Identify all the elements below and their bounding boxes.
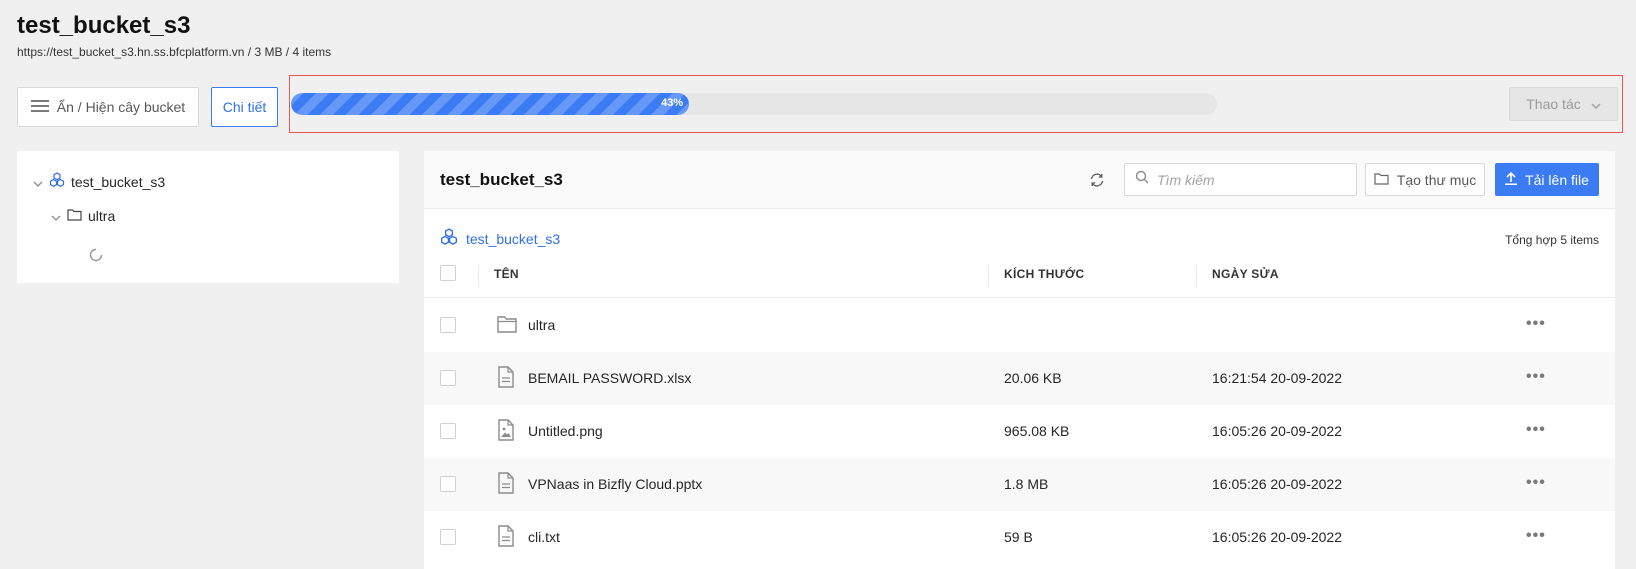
breadcrumb-item[interactable]: test_bucket_s3 [466, 231, 560, 247]
file-size: 965.08 KB [1004, 423, 1070, 439]
menu-icon [30, 99, 49, 116]
file-name[interactable]: BEMAIL PASSWORD.xlsx [528, 370, 691, 386]
row-checkbox[interactable] [440, 370, 456, 386]
select-all-checkbox[interactable] [440, 265, 456, 281]
items-total: Tổng hợp 5 items [1505, 233, 1599, 247]
bucket-title: test_bucket_s3 [440, 170, 563, 189]
more-actions-icon[interactable]: ••• [1526, 316, 1546, 332]
file-name[interactable]: Untitled.png [528, 423, 603, 439]
file-modified: 16:05:26 20-09-2022 [1212, 423, 1342, 439]
folder-icon [1374, 172, 1389, 188]
row-checkbox[interactable] [440, 476, 456, 492]
more-actions-icon[interactable]: ••• [1526, 475, 1546, 491]
file-modified: 16:21:54 20-09-2022 [1212, 370, 1342, 386]
progress-percent: 43% [661, 97, 684, 109]
upload-label: Tải lên file [1525, 171, 1589, 188]
chevron-down-icon [1591, 96, 1601, 112]
row-checkbox[interactable] [440, 529, 456, 545]
bucket-icon [440, 228, 458, 249]
actions-dropdown[interactable]: Thao tác [1509, 87, 1618, 121]
table-row[interactable]: cli.txt 59 B 16:05:26 20-09-2022 ••• [424, 511, 1615, 564]
file-browser-header: test_bucket_s3 Tạo thư mục Tải lên file [424, 151, 1615, 209]
file-name[interactable]: VPNaas in Bizfly Cloud.pptx [528, 476, 702, 492]
new-folder-label: Tạo thư mục [1396, 171, 1477, 188]
column-header-name[interactable]: TÊN [494, 267, 519, 281]
file-size: 20.06 KB [1004, 370, 1062, 386]
row-checkbox[interactable] [440, 423, 456, 439]
tree-root-label: test_bucket_s3 [71, 173, 166, 190]
column-header-modified[interactable]: NGÀY SỬA [1212, 267, 1279, 281]
file-name[interactable]: cli.txt [528, 529, 560, 545]
file-icon [496, 525, 516, 552]
search-field[interactable] [1124, 163, 1357, 196]
row-checkbox[interactable] [440, 317, 456, 333]
table-row[interactable]: BEMAIL PASSWORD.xlsx 20.06 KB 16:21:54 2… [424, 352, 1615, 405]
tree-node-root[interactable]: test_bucket_s3 [33, 172, 165, 191]
upload-icon [1505, 171, 1518, 188]
column-divider [1196, 265, 1197, 287]
tree-child-label: ultra [88, 208, 116, 224]
bucket-summary: https://test_bucket_s3.hn.ss.bfcplatform… [17, 45, 332, 59]
actions-label: Thao tác [1526, 96, 1581, 112]
upload-file-button[interactable]: Tải lên file [1495, 163, 1599, 196]
column-header-size[interactable]: KÍCH THƯỚC [1004, 267, 1085, 281]
column-divider [988, 265, 989, 287]
image-file-icon [496, 419, 516, 446]
new-folder-button[interactable]: Tạo thư mục [1365, 163, 1485, 196]
file-size: 59 B [1004, 529, 1033, 545]
breadcrumb[interactable]: test_bucket_s3 [440, 228, 560, 249]
more-actions-icon[interactable]: ••• [1526, 528, 1546, 544]
chevron-down-icon[interactable] [51, 208, 61, 224]
file-modified: 16:05:26 20-09-2022 [1212, 529, 1342, 545]
file-browser-panel: test_bucket_s3 Tạo thư mục Tải lên file [424, 151, 1615, 569]
search-icon [1135, 170, 1149, 189]
file-modified: 16:05:26 20-09-2022 [1212, 476, 1342, 492]
upload-progress-area: 43% Thao tác [289, 75, 1623, 133]
progress-bar: 43% [291, 93, 1217, 115]
detail-button[interactable]: Chi tiết [211, 87, 278, 127]
more-actions-icon[interactable]: ••• [1526, 422, 1546, 438]
folder-icon [67, 208, 82, 224]
tree-node-ultra[interactable]: ultra [51, 208, 115, 224]
bucket-icon [49, 172, 65, 191]
toggle-tree-label: Ẩn / Hiện cây bucket [56, 99, 186, 115]
chevron-down-icon[interactable] [33, 174, 43, 190]
table-row[interactable]: VPNaas in Bizfly Cloud.pptx 1.8 MB 16:05… [424, 458, 1615, 511]
table-row[interactable]: ultra ••• [424, 299, 1615, 352]
refresh-icon[interactable] [1089, 172, 1105, 193]
toggle-tree-button[interactable]: Ẩn / Hiện cây bucket [17, 87, 199, 127]
file-name[interactable]: ultra [528, 317, 555, 333]
progress-bar-fill: 43% [291, 93, 690, 115]
file-icon [496, 366, 516, 393]
table-row[interactable]: Untitled.png 965.08 KB 16:05:26 20-09-20… [424, 405, 1615, 458]
page-title: test_bucket_s3 [17, 12, 191, 39]
table-header: TÊN KÍCH THƯỚC NGÀY SỬA [424, 249, 1615, 298]
folder-icon [496, 313, 518, 340]
column-divider [478, 265, 479, 287]
loading-spinner-icon [89, 248, 103, 267]
file-icon [496, 472, 516, 499]
more-actions-icon[interactable]: ••• [1526, 369, 1546, 385]
file-size: 1.8 MB [1004, 476, 1049, 492]
search-input[interactable] [1157, 171, 1337, 188]
bucket-tree-panel: test_bucket_s3 ultra [17, 151, 399, 283]
